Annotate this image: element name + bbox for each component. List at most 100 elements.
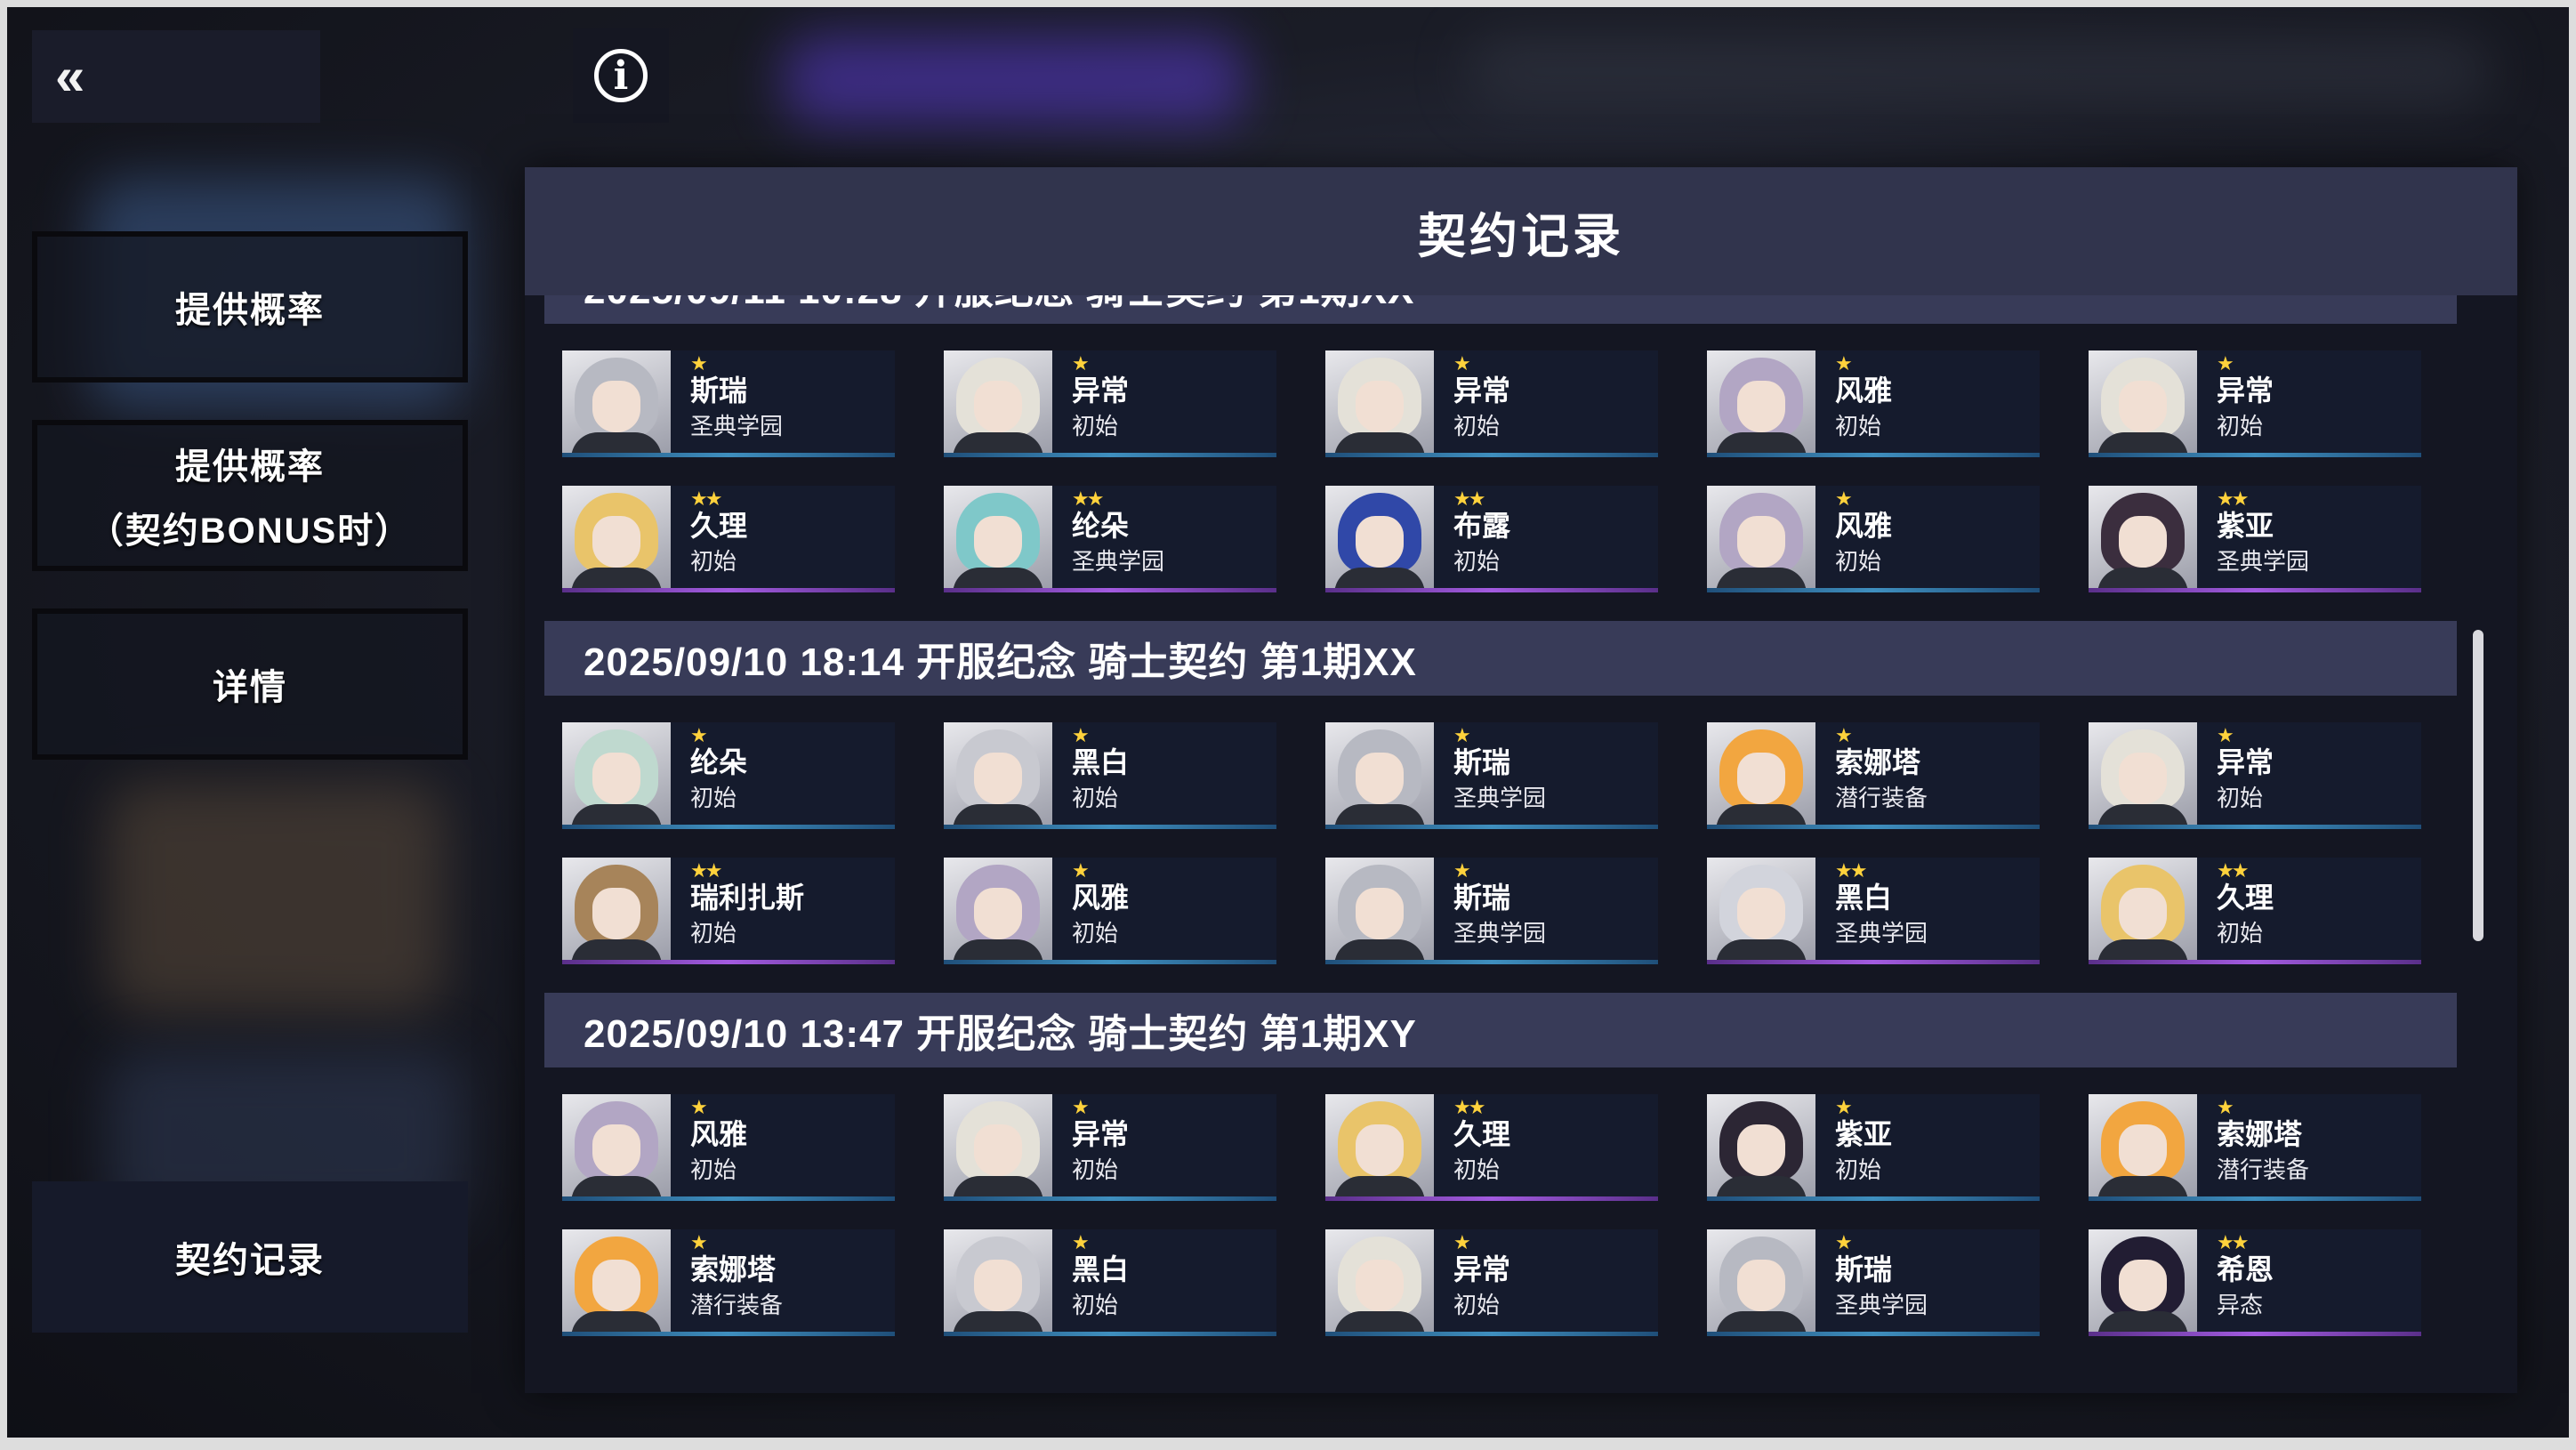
- character-card[interactable]: ★ 斯瑞 圣典学园: [1325, 858, 1658, 964]
- character-card[interactable]: ★ 斯瑞 圣典学园: [1325, 722, 1658, 829]
- details-label: 详情: [213, 668, 287, 707]
- character-portrait: [944, 858, 1052, 964]
- character-portrait: [1325, 858, 1434, 964]
- portrait-body: [1334, 1176, 1425, 1201]
- character-card[interactable]: ★ 索娜塔 潜行装备: [562, 1229, 895, 1336]
- character-costume: 潜行装备: [1835, 785, 1928, 811]
- portrait-body: [571, 939, 662, 964]
- character-costume: 初始: [2217, 785, 2264, 811]
- details-button[interactable]: 详情: [32, 608, 468, 760]
- portrait-body: [1716, 804, 1807, 829]
- rarity-star-icon: ★: [2217, 352, 2234, 375]
- character-card[interactable]: ★ 风雅 初始: [1707, 350, 2040, 457]
- portrait-face: [1356, 1124, 1404, 1176]
- portrait-face: [2119, 888, 2167, 939]
- back-button[interactable]: «: [32, 30, 320, 123]
- character-card[interactable]: ★ 紫亚 初始: [1707, 1094, 2040, 1201]
- rarity-star-icon: ★: [690, 1096, 708, 1118]
- portrait-body: [953, 1311, 1043, 1336]
- character-portrait: [1707, 486, 1815, 592]
- character-name: 瑞利扎斯: [690, 882, 805, 914]
- character-card[interactable]: ★ 异常 初始: [1325, 350, 1658, 457]
- character-name: 斯瑞: [690, 375, 748, 407]
- portrait-face: [592, 888, 640, 939]
- character-card[interactable]: ★ 黑白 初始: [944, 1229, 1276, 1336]
- character-card[interactable]: ★ 黑白 初始: [944, 722, 1276, 829]
- character-portrait: [1707, 350, 1815, 457]
- info-button[interactable]: i: [573, 28, 669, 123]
- character-card[interactable]: ★ 风雅 初始: [1707, 486, 2040, 592]
- character-card[interactable]: ★ 异常 初始: [2089, 722, 2421, 829]
- result-grid: ★ 斯瑞 圣典学园 ★ 异常 初始 ★ 异常 初始 ★ 风雅 初始 ★ 异常 初始 ★★ 久理 初始 ★★ 纶朵 圣典学…: [544, 324, 2457, 621]
- portrait-face: [1737, 1124, 1785, 1176]
- contract-record-section: 2025/09/10 13:47 开服纪念 骑士契约 第1期XY ★ 风雅 初始 ★ 异常…: [544, 993, 2457, 1365]
- character-card[interactable]: ★★ 久理 初始: [2089, 858, 2421, 964]
- character-card[interactable]: ★ 异常 初始: [944, 350, 1276, 457]
- character-card[interactable]: ★★ 希恩 异态: [2089, 1229, 2421, 1336]
- portrait-body: [571, 568, 662, 592]
- character-card[interactable]: ★★ 久理 初始: [1325, 1094, 1658, 1201]
- character-card[interactable]: ★ 风雅 初始: [562, 1094, 895, 1201]
- character-card[interactable]: ★★ 布露 初始: [1325, 486, 1658, 592]
- character-card[interactable]: ★ 风雅 初始: [944, 858, 1276, 964]
- character-card[interactable]: ★ 斯瑞 圣典学园: [1707, 1229, 2040, 1336]
- character-name: 斯瑞: [1835, 1253, 1893, 1285]
- character-name: 索娜塔: [690, 1253, 777, 1285]
- character-portrait: [944, 1094, 1052, 1201]
- character-card[interactable]: ★★ 黑白 圣典学园: [1707, 858, 2040, 964]
- character-card[interactable]: ★★ 紫亚 圣典学园: [2089, 486, 2421, 592]
- portrait-body: [1716, 939, 1807, 964]
- rarity-star-icon: ★: [1453, 352, 1471, 375]
- character-card[interactable]: ★ 异常 初始: [2089, 350, 2421, 457]
- portrait-body: [2097, 432, 2188, 457]
- rarity-star-icon: ★★: [1453, 1096, 1485, 1118]
- portrait-body: [571, 1176, 662, 1201]
- character-card[interactable]: ★ 异常 初始: [944, 1094, 1276, 1201]
- character-name: 索娜塔: [2217, 1118, 2303, 1150]
- rarity-star-icon: ★: [690, 1231, 708, 1253]
- character-card[interactable]: ★ 纶朵 初始: [562, 722, 895, 829]
- portrait-body: [571, 432, 662, 457]
- scrollbar-thumb[interactable]: [2473, 630, 2483, 941]
- info-icon: i: [594, 49, 648, 102]
- portrait-body: [2097, 1176, 2188, 1201]
- history-list[interactable]: 2025/09/11 10:28 开服纪念 骑士契约 第1期XX★斯瑞圣典学园★…: [544, 295, 2457, 1393]
- character-card[interactable]: ★★ 瑞利扎斯 初始: [562, 858, 895, 964]
- character-name: 紫亚: [1835, 1118, 1893, 1150]
- character-costume: 初始: [690, 1156, 737, 1183]
- character-portrait: [944, 350, 1052, 457]
- rarity-star-icon: ★: [690, 352, 708, 375]
- character-portrait: [2089, 1094, 2197, 1201]
- character-card[interactable]: ★ 斯瑞 圣典学园: [562, 350, 895, 457]
- rarity-star-icon: ★: [1072, 1231, 1090, 1253]
- portrait-face: [592, 516, 640, 568]
- portrait-body: [2097, 804, 2188, 829]
- character-card[interactable]: ★★ 久理 初始: [562, 486, 895, 592]
- portrait-body: [953, 432, 1043, 457]
- portrait-face: [1356, 753, 1404, 804]
- character-name: 风雅: [1072, 882, 1130, 914]
- portrait-face: [1356, 516, 1404, 568]
- character-costume: 初始: [1072, 920, 1119, 947]
- rarity-star-icon: ★★: [690, 859, 722, 882]
- character-costume: 初始: [1453, 548, 1501, 575]
- drop-rate-button[interactable]: 提供概率: [32, 231, 468, 383]
- character-name: 异常: [1453, 375, 1511, 407]
- section-title: 2025/09/11 10:28 开服纪念 骑士契约 第1期XX: [544, 295, 2457, 324]
- character-card[interactable]: ★★ 纶朵 圣典学园: [944, 486, 1276, 592]
- portrait-face: [1737, 753, 1785, 804]
- portrait-body: [2097, 939, 2188, 964]
- character-portrait: [1325, 1094, 1434, 1201]
- character-card[interactable]: ★ 异常 初始: [1325, 1229, 1658, 1336]
- character-costume: 初始: [690, 785, 737, 811]
- bonus-drop-rate-button[interactable]: 提供概率 （契约BONUS时）: [32, 420, 468, 571]
- character-card[interactable]: ★ 索娜塔 潜行装备: [1707, 722, 2040, 829]
- character-card[interactable]: ★ 索娜塔 潜行装备: [2089, 1094, 2421, 1201]
- portrait-face: [592, 1260, 640, 1311]
- portrait-face: [1356, 888, 1404, 939]
- character-portrait: [562, 1229, 671, 1336]
- portrait-body: [2097, 1311, 2188, 1336]
- character-portrait: [1707, 1229, 1815, 1336]
- contract-history-button[interactable]: 契约记录: [32, 1181, 468, 1333]
- portrait-body: [2097, 568, 2188, 592]
